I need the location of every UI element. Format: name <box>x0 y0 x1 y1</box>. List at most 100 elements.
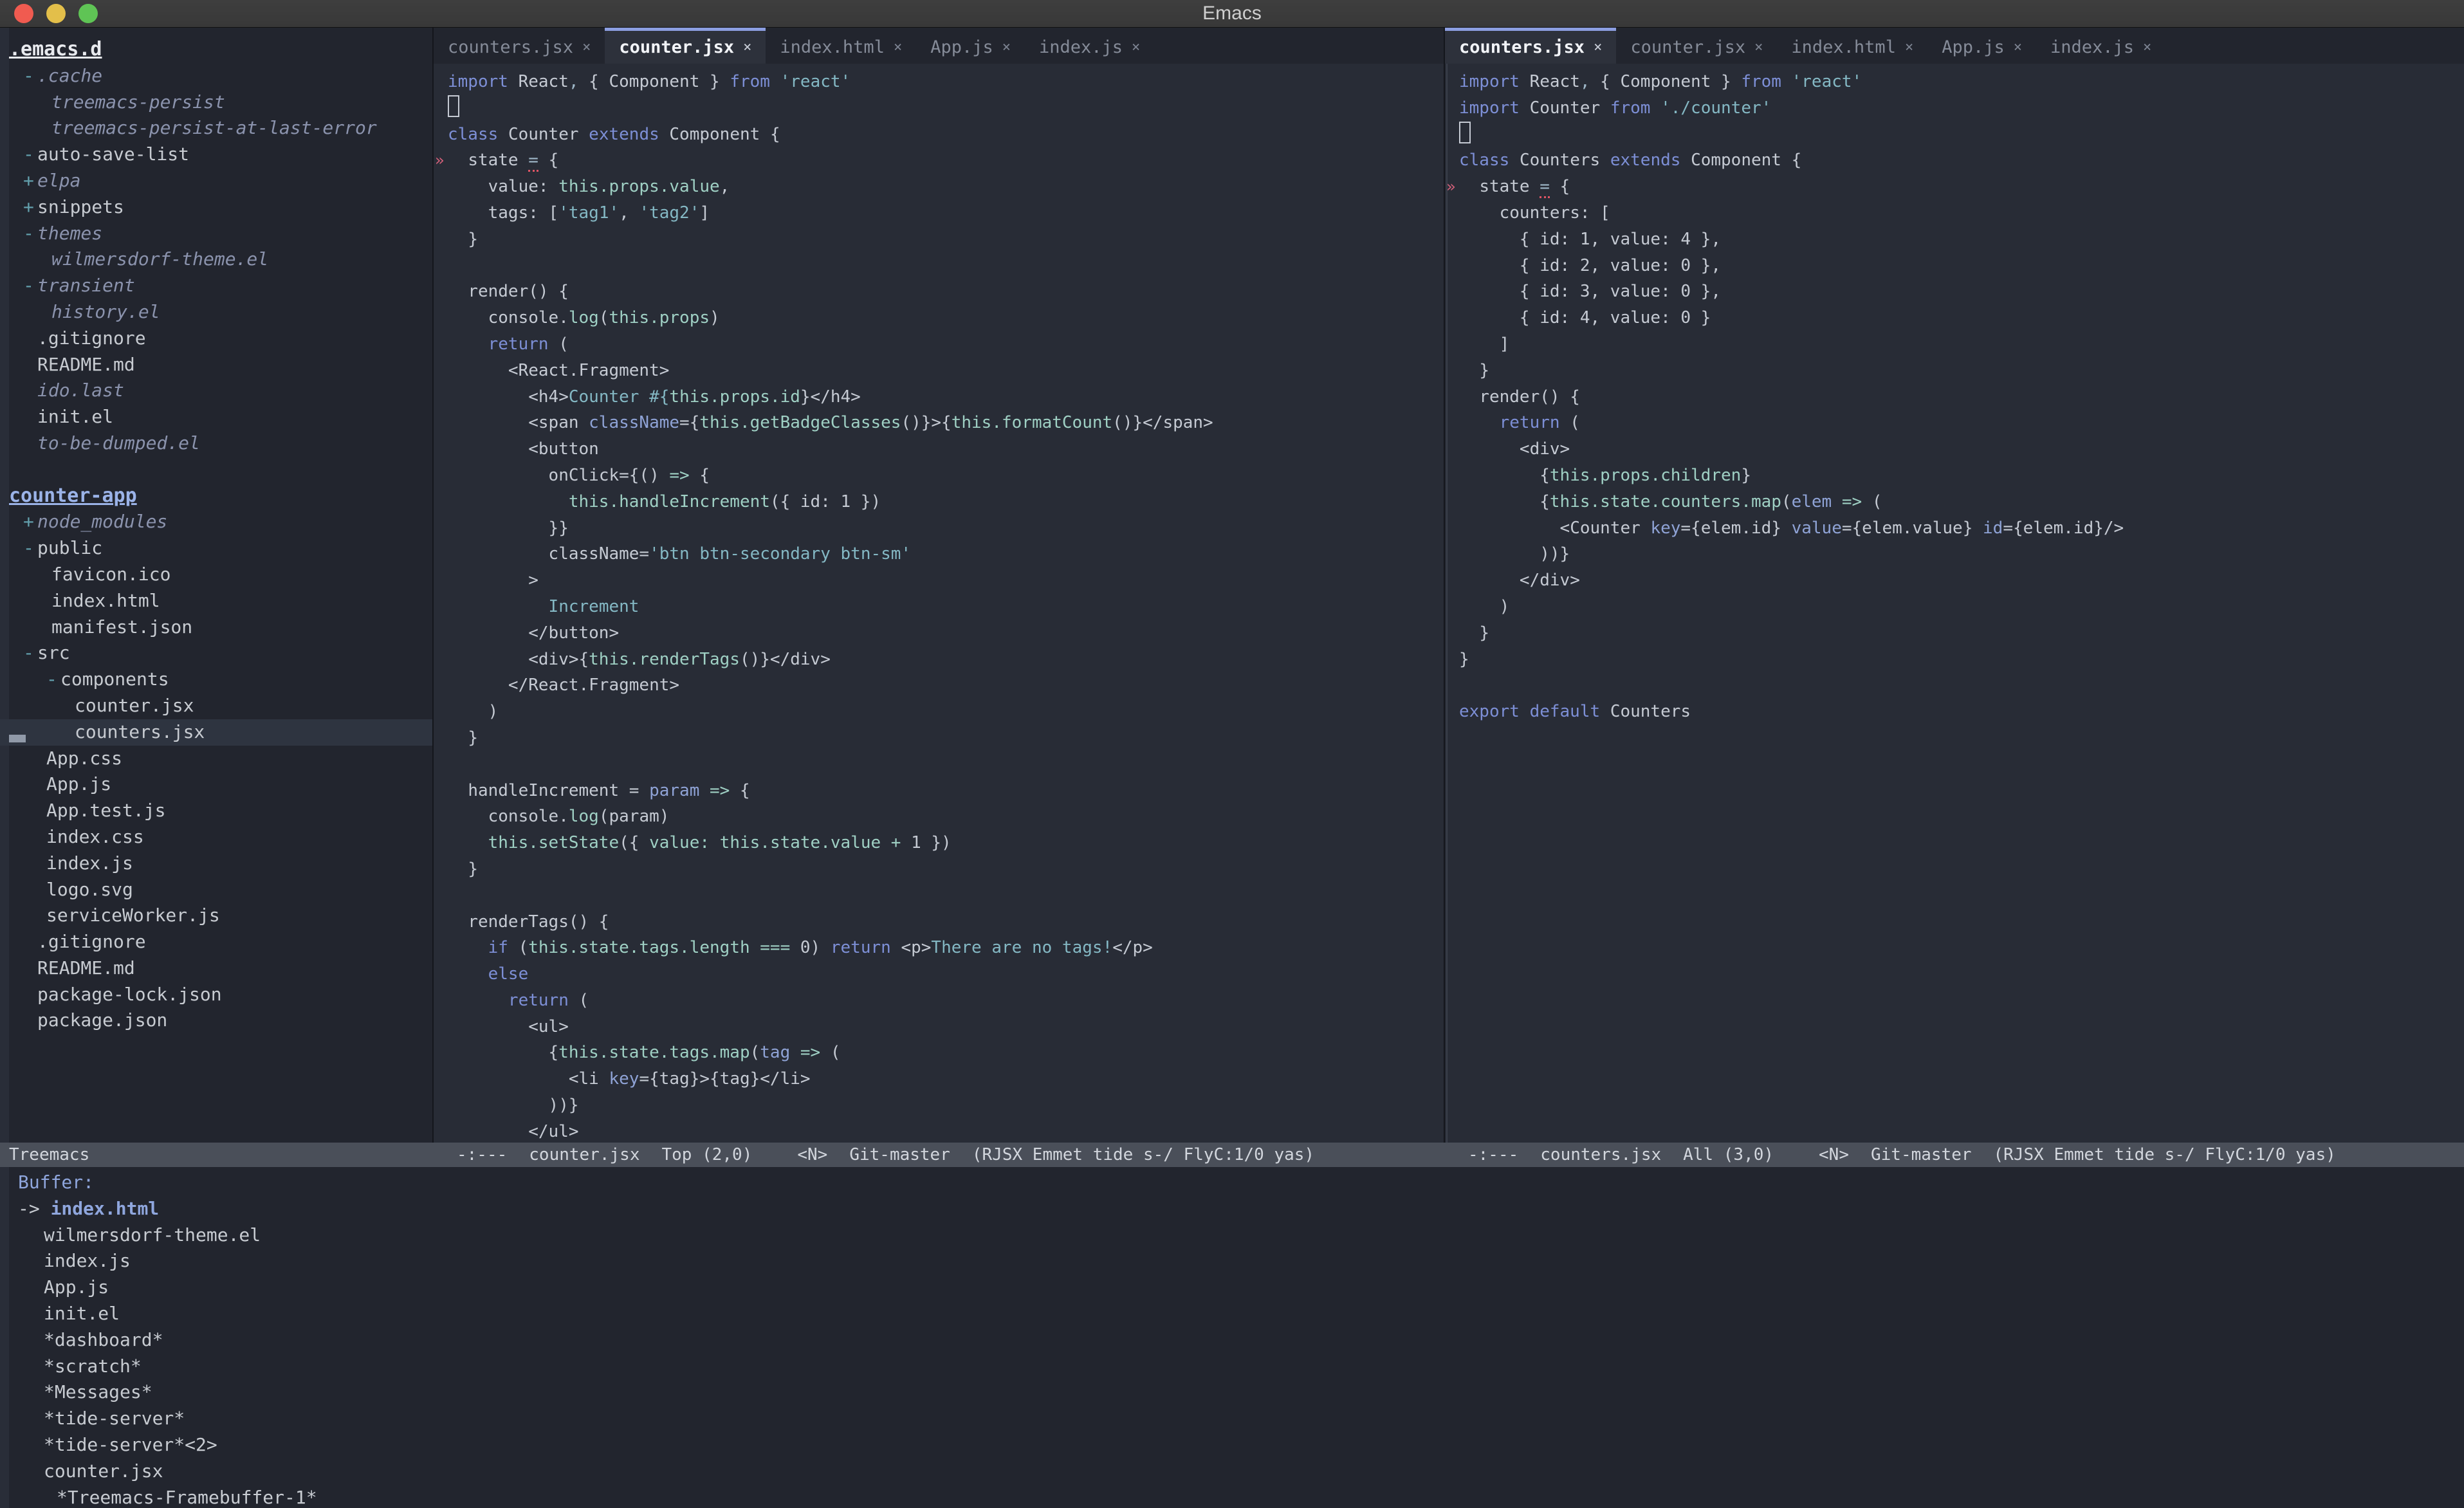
collapse-chevron-icon[interactable]: - <box>23 273 37 299</box>
tree-item[interactable]: treemacs-persist-at-last-error <box>0 115 432 142</box>
tree-item[interactable]: treemacs-persist <box>0 89 432 116</box>
flycheck-error-marker: » <box>1446 174 1455 200</box>
tree-item[interactable]: -components <box>0 667 432 693</box>
tree-item[interactable]: App.test.js <box>0 798 432 824</box>
close-tab-icon[interactable]: × <box>1132 39 1140 55</box>
tab-index-html[interactable]: index.html× <box>1777 28 1927 64</box>
expand-chevron-icon[interactable]: + <box>23 509 37 535</box>
zoom-window-button[interactable] <box>78 4 98 23</box>
treemacs-project-root[interactable]: counter-app <box>0 483 432 510</box>
close-window-button[interactable] <box>14 4 33 23</box>
tab-counter-jsx[interactable]: counter.jsx× <box>1616 28 1777 64</box>
close-tab-icon[interactable]: × <box>1002 39 1011 55</box>
close-tab-icon[interactable]: × <box>2014 39 2022 55</box>
tree-item[interactable]: -.cache <box>0 63 432 89</box>
tree-item[interactable]: package-lock.json <box>0 982 432 1008</box>
window-title: Emacs <box>0 3 2464 24</box>
tree-item[interactable]: ido.last <box>0 378 432 404</box>
expand-chevron-icon[interactable]: + <box>23 168 37 194</box>
collapse-chevron-icon[interactable]: - <box>23 535 37 562</box>
tree-item[interactable]: index.html <box>0 588 432 614</box>
tab-counter-jsx[interactable]: counter.jsx× <box>605 28 766 64</box>
list-item-label: *Treemacs-Framebuffer-1* <box>57 1487 317 1508</box>
minimize-window-button[interactable] <box>46 4 66 23</box>
list-item-label: counter.jsx <box>44 1460 163 1482</box>
code-buffer-counters-jsx[interactable]: import React, { Component } from 'react'… <box>1445 64 2464 1143</box>
tree-item-selected[interactable]: counters.jsx <box>0 719 432 746</box>
tree-item[interactable]: logo.svg <box>0 877 432 903</box>
tree-item[interactable]: package.json <box>0 1007 432 1034</box>
list-item-label: wilmersdorf-theme.el <box>44 1224 261 1246</box>
collapse-chevron-icon[interactable]: - <box>46 667 60 693</box>
tree-item[interactable]: favicon.ico <box>0 562 432 588</box>
list-item[interactable]: App.js <box>18 1274 2464 1301</box>
list-item[interactable]: wilmersdorf-theme.el <box>18 1222 2464 1249</box>
tree-item[interactable]: -auto-save-list <box>0 142 432 168</box>
list-item[interactable]: -> index.html <box>18 1196 2464 1222</box>
tab-app-js[interactable]: App.js× <box>916 28 1025 64</box>
tree-item[interactable]: counter.jsx <box>0 693 432 719</box>
tree-item[interactable]: -src <box>0 640 432 667</box>
tree-item[interactable]: README.md <box>0 955 432 982</box>
list-item[interactable]: *tide-server* <box>18 1406 2464 1432</box>
tree-item[interactable]: index.js <box>0 851 432 877</box>
tab-app-js[interactable]: App.js× <box>1927 28 2036 64</box>
list-item[interactable]: *Messages* <box>18 1379 2464 1406</box>
tree-item[interactable]: +node_modules <box>0 509 432 535</box>
expand-chevron-icon[interactable]: + <box>23 194 37 221</box>
close-tab-icon[interactable]: × <box>743 39 751 55</box>
tree-item[interactable]: App.css <box>0 746 432 772</box>
code-buffer-counter-jsx[interactable]: import React, { Component } from 'react'… <box>434 64 1444 1143</box>
close-tab-icon[interactable]: × <box>1594 39 1602 55</box>
close-tab-icon[interactable]: × <box>1905 39 1913 55</box>
treemacs-project-root[interactable]: .emacs.d <box>0 37 432 63</box>
code-text: import React, { Component } from 'react'… <box>434 69 1444 1143</box>
tree-item-label: treemacs-persist <box>51 91 225 113</box>
tree-item[interactable]: .gitignore <box>0 326 432 352</box>
tab-label: counters.jsx <box>1459 37 1585 57</box>
list-item[interactable]: *Treemacs-Framebuffer-1* <box>18 1485 2464 1508</box>
list-item[interactable]: counter.jsx <box>18 1458 2464 1485</box>
list-item[interactable]: *scratch* <box>18 1354 2464 1380</box>
modeline-vc-branch: Git-master <box>1871 1143 1994 1167</box>
collapse-chevron-icon[interactable]: - <box>23 142 37 168</box>
tree-item[interactable]: wilmersdorf-theme.el <box>0 246 432 273</box>
close-tab-icon[interactable]: × <box>2143 39 2151 55</box>
tree-item[interactable]: +elpa <box>0 168 432 194</box>
tab-index-js[interactable]: index.js× <box>2036 28 2165 64</box>
collapse-chevron-icon[interactable]: - <box>23 63 37 89</box>
list-item[interactable]: index.js <box>18 1248 2464 1274</box>
project-name: .emacs.d <box>9 38 102 60</box>
tab-index-html[interactable]: index.html× <box>766 28 916 64</box>
tree-item[interactable]: history.el <box>0 299 432 326</box>
treemacs-sidebar[interactable]: .emacs.d -.cache treemacs-persist treema… <box>0 28 434 1143</box>
list-item[interactable]: *dashboard* <box>18 1327 2464 1354</box>
tree-item[interactable]: init.el <box>0 404 432 430</box>
tab-index-js[interactable]: index.js× <box>1025 28 1154 64</box>
minibuffer-buffer-list[interactable]: Buffer: -> index.html wilmersdorf-theme.… <box>0 1167 2464 1508</box>
tab-counters-jsx[interactable]: counters.jsx × <box>1445 28 1616 64</box>
tree-item[interactable]: -themes <box>0 221 432 247</box>
tree-item[interactable]: to-be-dumped.el <box>0 430 432 457</box>
tree-item[interactable]: serviceWorker.js <box>0 903 432 929</box>
tab-label: counters.jsx <box>448 37 573 57</box>
tree-item[interactable]: -transient <box>0 273 432 299</box>
list-item[interactable]: *tide-server*<2> <box>18 1432 2464 1458</box>
tree-item[interactable]: +snippets <box>0 194 432 221</box>
close-tab-icon[interactable]: × <box>894 39 902 55</box>
tabbar-left[interactable]: counters.jsx × counter.jsx× index.html× A… <box>434 28 1444 64</box>
close-tab-icon[interactable]: × <box>1754 39 1763 55</box>
tabbar-right[interactable]: counters.jsx × counter.jsx× index.html× A… <box>1445 28 2464 64</box>
tree-item[interactable]: README.md <box>0 352 432 378</box>
flycheck-error-marker: » <box>435 147 444 174</box>
tree-item[interactable]: index.css <box>0 824 432 851</box>
tree-item[interactable]: .gitignore <box>0 929 432 955</box>
collapse-chevron-icon[interactable]: - <box>23 640 37 667</box>
tree-item[interactable]: -public <box>0 535 432 562</box>
close-tab-icon[interactable]: × <box>582 39 591 55</box>
list-item[interactable]: init.el <box>18 1301 2464 1327</box>
tree-item[interactable]: manifest.json <box>0 614 432 641</box>
collapse-chevron-icon[interactable]: - <box>23 221 37 247</box>
tree-item[interactable]: App.js <box>0 771 432 798</box>
tab-counters-jsx[interactable]: counters.jsx × <box>434 28 605 64</box>
